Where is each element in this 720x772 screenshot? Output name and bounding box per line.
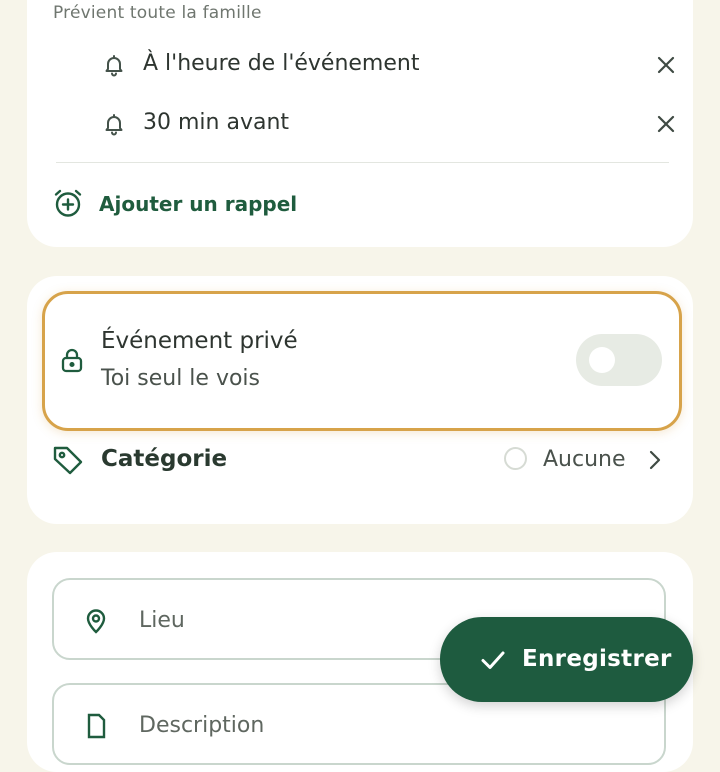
- private-event-subtitle: Toi seul le vois: [101, 366, 261, 391]
- private-event-title: Événement privé: [101, 328, 298, 354]
- reminder-item: 30 min avant: [100, 104, 680, 144]
- save-button[interactable]: Enregistrer: [440, 617, 693, 702]
- category-color-indicator: [504, 447, 527, 470]
- description-placeholder: Description: [139, 713, 265, 738]
- close-icon: [657, 115, 675, 133]
- check-icon: [481, 651, 505, 669]
- location-pin-icon: [86, 609, 106, 634]
- alarm-add-icon: [54, 189, 82, 217]
- reminder-label: 30 min avant: [143, 110, 290, 135]
- reminders-subtitle: Prévient toute la famille: [53, 3, 262, 23]
- location-placeholder: Lieu: [139, 608, 185, 633]
- remove-reminder-button[interactable]: [652, 110, 680, 138]
- reminder-item: À l'heure de l'événement: [100, 45, 680, 85]
- private-event-row: Événement privé Toi seul le vois: [42, 291, 682, 431]
- toggle-knob: [589, 347, 615, 373]
- lock-icon: [61, 348, 83, 373]
- divider: [56, 162, 669, 163]
- close-icon: [657, 56, 675, 74]
- reminder-label: À l'heure de l'événement: [143, 51, 420, 76]
- bell-icon: [105, 114, 123, 136]
- add-reminder-label: Ajouter un rappel: [99, 192, 298, 216]
- remove-reminder-button[interactable]: [652, 51, 680, 79]
- category-value: Aucune: [543, 447, 626, 472]
- add-reminder-button[interactable]: Ajouter un rappel: [52, 186, 312, 222]
- document-icon: [87, 713, 106, 739]
- category-label: Catégorie: [101, 446, 228, 472]
- tag-icon: [53, 446, 83, 475]
- bell-icon: [105, 55, 123, 77]
- category-row[interactable]: Catégorie Aucune: [52, 440, 666, 482]
- private-event-toggle[interactable]: [576, 334, 662, 386]
- chevron-right-icon: [649, 450, 661, 470]
- save-button-label: Enregistrer: [522, 646, 672, 672]
